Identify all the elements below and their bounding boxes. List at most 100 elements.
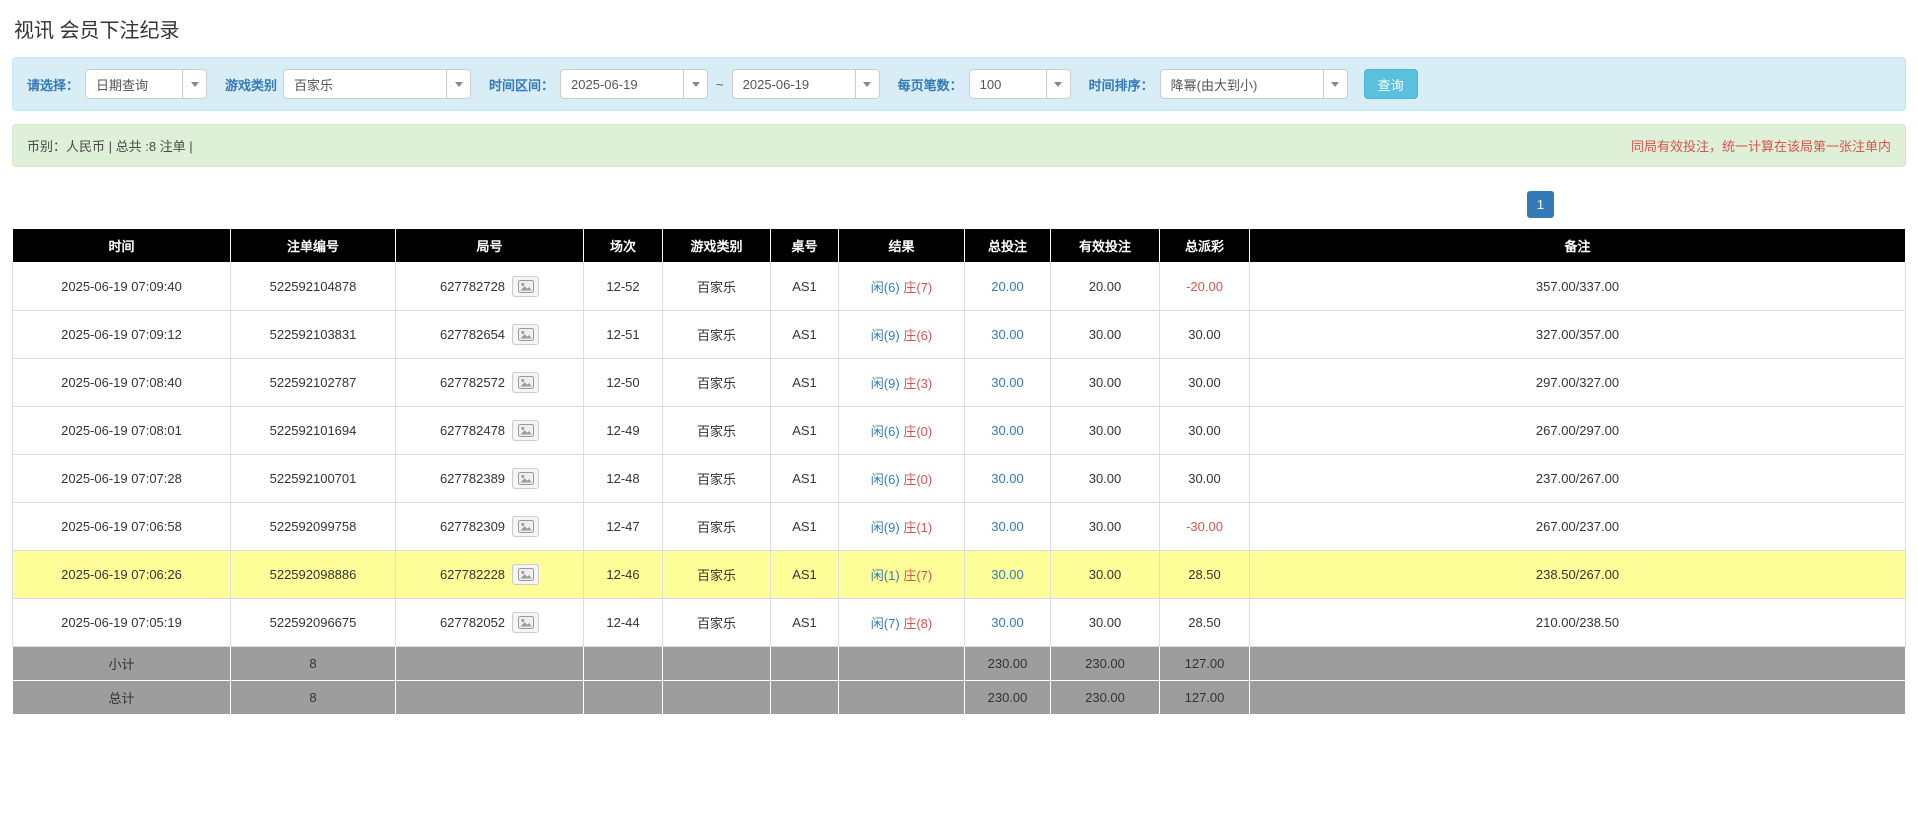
player-result: 闲(9) — [871, 520, 900, 535]
table-no-cell: AS1 — [771, 455, 839, 503]
page-title: 视讯 会员下注纪录 — [14, 14, 1906, 43]
total-bet-link[interactable]: 30.00 — [991, 519, 1024, 534]
payout-cell: -20.00 — [1160, 263, 1250, 311]
column-header-game-type: 游戏类别 — [663, 229, 771, 263]
valid-bet-notice: 同局有效投注，统一计算在该局第一张注单内 — [1631, 136, 1891, 155]
game-type-cell: 百家乐 — [663, 455, 771, 503]
replay-video-icon[interactable] — [512, 372, 539, 393]
column-header-round-id: 局号 — [396, 229, 584, 263]
total-bet-link[interactable]: 30.00 — [991, 327, 1024, 342]
player-result: 闲(6) — [871, 472, 900, 487]
bet-id-cell: 522592101694 — [231, 407, 396, 455]
total-bet-link[interactable]: 30.00 — [991, 375, 1024, 390]
result-cell: 闲(9) 庄(3) — [839, 359, 965, 407]
note-cell: 237.00/267.00 — [1250, 455, 1906, 503]
banker-result: 庄(7) — [903, 568, 932, 583]
valid-bet-cell: 30.00 — [1051, 359, 1160, 407]
session-cell: 12-50 — [584, 359, 663, 407]
total-bet-link[interactable]: 20.00 — [991, 279, 1024, 294]
total-bet-cell: 30.00 — [965, 599, 1051, 647]
game-type-cell: 百家乐 — [663, 551, 771, 599]
replay-video-icon[interactable] — [512, 324, 539, 345]
replay-video-icon[interactable] — [512, 516, 539, 537]
date-to-picker[interactable]: 2025-06-19 — [732, 69, 880, 99]
chevron-down-icon[interactable] — [855, 70, 879, 98]
total-bet-link[interactable]: 30.00 — [991, 615, 1024, 630]
round-id-cell: 627782478 — [396, 407, 584, 455]
sort-order-dropdown[interactable]: 降幂(由大到小) — [1160, 69, 1348, 99]
round-id-cell: 627782052 — [396, 599, 584, 647]
summary-count-cell: 8 — [231, 681, 396, 715]
chevron-down-icon[interactable] — [1046, 70, 1070, 98]
summary-row: 总计8230.00230.00127.00 — [13, 681, 1906, 715]
banker-result: 庄(3) — [903, 376, 932, 391]
summary-payout-cell: 127.00 — [1160, 681, 1250, 715]
round-id-cell: 627782228 — [396, 551, 584, 599]
total-bet-link[interactable]: 30.00 — [991, 471, 1024, 486]
time-cell: 2025-06-19 07:07:28 — [13, 455, 231, 503]
summary-valid-bet-cell: 230.00 — [1051, 681, 1160, 715]
session-cell: 12-51 — [584, 311, 663, 359]
date-from-picker[interactable]: 2025-06-19 — [560, 69, 708, 99]
player-result: 闲(7) — [871, 616, 900, 631]
table-row: 2025-06-19 07:06:26522592098886627782228… — [13, 551, 1906, 599]
table-row: 2025-06-19 07:07:28522592100701 627782389… — [13, 455, 1906, 503]
game-type-dropdown[interactable]: 百家乐 — [283, 69, 471, 99]
replay-video-icon[interactable] — [512, 564, 539, 585]
valid-bet-cell: 30.00 — [1051, 551, 1160, 599]
table-no-cell: AS1 — [771, 263, 839, 311]
chevron-down-icon[interactable] — [446, 70, 470, 98]
session-cell: 12-49 — [584, 407, 663, 455]
chevron-down-icon[interactable] — [683, 70, 707, 98]
banker-result: 庄(0) — [903, 472, 932, 487]
page-number-button[interactable]: 1 — [1527, 191, 1554, 218]
table-row: 2025-06-19 07:08:01522592101694627782478… — [13, 407, 1906, 455]
game-type-label: 游戏类别 — [225, 75, 277, 94]
chevron-down-icon[interactable] — [182, 70, 206, 98]
valid-bet-cell: 20.00 — [1051, 263, 1160, 311]
replay-video-icon[interactable] — [512, 468, 539, 489]
query-type-dropdown[interactable]: 日期查询 — [85, 69, 207, 99]
result-cell: 闲(6) 庄(7) — [839, 263, 965, 311]
pagination: 1 — [12, 191, 1554, 218]
banker-result: 庄(8) — [903, 616, 932, 631]
total-bet-cell: 30.00 — [965, 407, 1051, 455]
total-bet-cell: 30.00 — [965, 455, 1051, 503]
banker-result: 庄(7) — [903, 280, 932, 295]
total-bet-link[interactable]: 30.00 — [991, 423, 1024, 438]
range-separator: ~ — [714, 77, 726, 92]
table-no-cell: AS1 — [771, 503, 839, 551]
time-cell: 2025-06-19 07:06:58 — [13, 503, 231, 551]
summary-label-cell: 总计 — [13, 681, 231, 715]
replay-video-icon[interactable] — [512, 612, 539, 633]
column-header-total-bet: 总投注 — [965, 229, 1051, 263]
round-id-text: 627782654 — [440, 327, 505, 342]
table-row: 2025-06-19 07:09:40522592104878627782728… — [13, 263, 1906, 311]
page-size-value: 100 — [970, 70, 1046, 98]
bet-id-cell: 522592102787 — [231, 359, 396, 407]
summary-row: 小计8230.00230.00127.00 — [13, 647, 1906, 681]
total-bet-link[interactable]: 30.00 — [991, 567, 1024, 582]
note-cell: 267.00/297.00 — [1250, 407, 1906, 455]
result-cell: 闲(1) 庄(7) — [839, 551, 965, 599]
round-id-text: 627782389 — [440, 471, 505, 486]
chevron-down-icon[interactable] — [1323, 70, 1347, 98]
result-cell: 闲(9) 庄(1) — [839, 503, 965, 551]
time-cell: 2025-06-19 07:05:19 — [13, 599, 231, 647]
total-bet-cell: 30.00 — [965, 503, 1051, 551]
summary-label-cell: 小计 — [13, 647, 231, 681]
table-no-cell: AS1 — [771, 551, 839, 599]
session-cell: 12-44 — [584, 599, 663, 647]
column-header-session: 场次 — [584, 229, 663, 263]
replay-video-icon[interactable] — [512, 276, 539, 297]
page-size-dropdown[interactable]: 100 — [969, 69, 1071, 99]
column-header-time: 时间 — [13, 229, 231, 263]
replay-video-icon[interactable] — [512, 420, 539, 441]
result-cell: 闲(9) 庄(6) — [839, 311, 965, 359]
session-cell: 12-48 — [584, 455, 663, 503]
round-id-text: 627782228 — [440, 567, 505, 582]
search-button[interactable]: 查询 — [1364, 69, 1418, 99]
bet-id-cell: 522592100701 — [231, 455, 396, 503]
payout-cell: 30.00 — [1160, 455, 1250, 503]
payout-cell: -30.00 — [1160, 503, 1250, 551]
